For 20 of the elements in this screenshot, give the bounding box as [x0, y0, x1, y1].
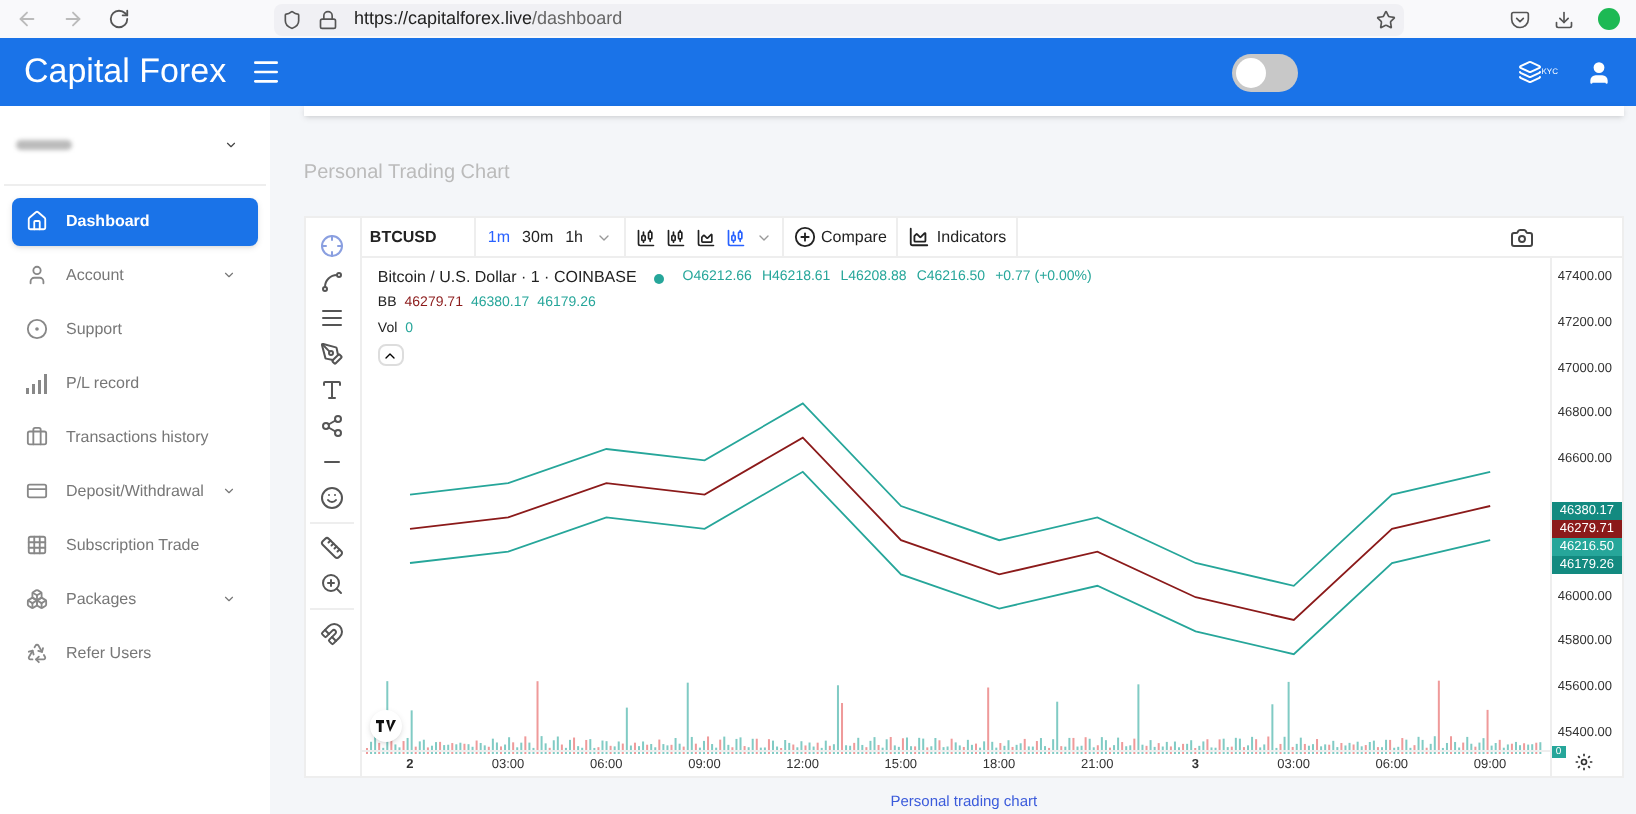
url-text: https://capitalforex.live/dashboard	[354, 5, 623, 32]
sidebar-item[interactable]: Refer Users	[12, 630, 258, 677]
indicators-button[interactable]: Indicators	[898, 218, 1019, 256]
sidebar-item[interactable]: Subscription Trade	[12, 522, 258, 569]
interval-tab[interactable]: 1m	[487, 225, 511, 249]
sidebar-item[interactable]: Support	[12, 306, 258, 353]
interval-tab[interactable]: 1h	[565, 225, 584, 249]
symbol-field[interactable]: BTCUSD	[361, 218, 476, 256]
page-title: Personal Trading Chart	[303, 160, 512, 188]
sidebar-item[interactable]: Account	[12, 252, 258, 299]
compare-button[interactable]: Compare	[783, 218, 899, 256]
interval-tab[interactable]: 30m	[522, 225, 554, 249]
brand-title[interactable]: Capital Forex	[24, 46, 227, 98]
sidebar-item[interactable]: Packages	[12, 576, 258, 623]
sidebar-item[interactable]: Dashboard	[12, 198, 258, 245]
address-bar[interactable]: https://capitalforex.live/dashboard	[274, 3, 1404, 35]
sidebar-item[interactable]: P/L record	[12, 360, 258, 407]
sidebar-item[interactable]: Transactions history	[12, 414, 258, 461]
sidebar-item[interactable]: Deposit/Withdrawal	[12, 468, 258, 515]
legend-title: Bitcoin / U.S. Dollar · 1 · COINBASE	[377, 266, 637, 290]
